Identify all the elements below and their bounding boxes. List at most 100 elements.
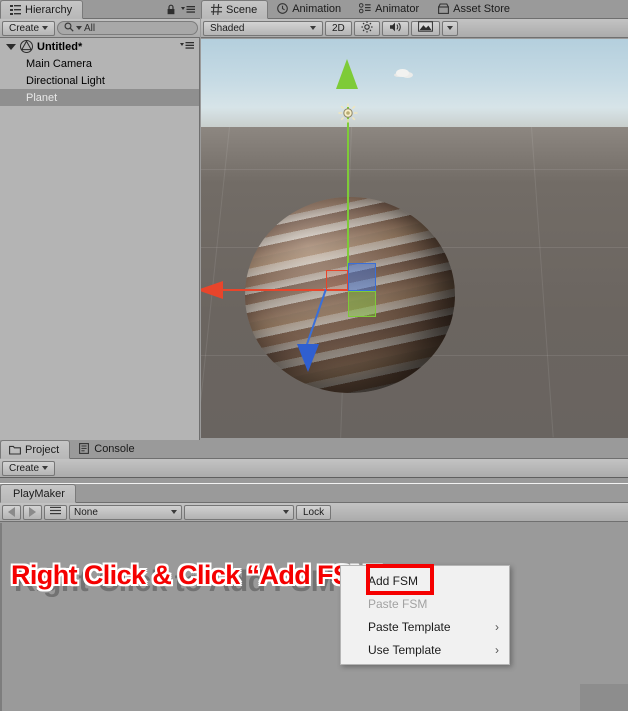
context-menu-item-label: Use Template	[368, 642, 442, 657]
context-menu-item-label: Paste Template	[368, 619, 451, 634]
speaker-icon	[389, 21, 402, 36]
draw-mode-dropdown[interactable]: Shaded	[203, 20, 323, 36]
gizmo-plane-xy[interactable]	[348, 263, 376, 291]
fsm-select-value: None	[74, 506, 98, 518]
project-tabbar: Project Console	[0, 440, 628, 459]
add-fsm-highlight-box	[366, 564, 434, 595]
hierarchy-item-label: Main Camera	[26, 57, 93, 70]
chevron-down-icon	[42, 26, 49, 30]
search-icon[interactable]	[64, 21, 74, 35]
arrow-right-icon	[29, 507, 36, 517]
hierarchy-toolbar: Create All	[0, 19, 200, 38]
create-button[interactable]: Create	[2, 20, 56, 36]
nav-forward-button[interactable]	[23, 504, 42, 520]
hierarchy-item-directional-light[interactable]: Directional Light	[0, 72, 199, 89]
playmaker-toolbar: None Lock	[0, 503, 628, 522]
project-panel: Project Console Create	[0, 440, 628, 486]
toggle-lighting-button[interactable]	[353, 20, 380, 36]
create-button-label: Create	[9, 22, 40, 34]
hierarchy-scene-menu[interactable]	[180, 41, 199, 53]
gizmo-plane-xz[interactable]	[348, 291, 376, 317]
lock-icon[interactable]	[166, 4, 176, 18]
tab-animation[interactable]: Animation	[268, 0, 351, 18]
hierarchy-icon	[9, 4, 21, 16]
gizmos-dropdown[interactable]	[410, 20, 440, 36]
hamburger-icon	[50, 506, 61, 518]
scene-tabbar: Scene Animation Animator Asset Store	[201, 0, 628, 19]
lock-button[interactable]: Lock	[296, 504, 332, 520]
arrow-left-icon	[8, 507, 15, 517]
store-icon	[437, 3, 449, 15]
hierarchy-item-planet[interactable]: Planet	[0, 89, 199, 106]
clock-icon	[276, 3, 288, 15]
search-input-value: All	[84, 22, 96, 34]
scene-viewport[interactable]	[201, 39, 628, 438]
console-icon	[78, 443, 90, 455]
tab-animator[interactable]: Animator	[351, 0, 429, 18]
context-menu-item-paste-fsm: Paste FSM	[341, 592, 509, 615]
context-menu-item-paste-template[interactable]: Paste Template ›	[341, 615, 509, 638]
chevron-down-icon	[42, 466, 49, 470]
tab-animator-label: Animator	[375, 2, 420, 15]
toggle-audio-button[interactable]	[381, 20, 409, 36]
context-menu-item-label: Paste FSM	[368, 596, 428, 611]
gizmo-handle-y[interactable]	[336, 59, 358, 89]
gizmos-dropdown-arrow[interactable]	[441, 20, 458, 36]
hierarchy-scene-row[interactable]: Untitled*	[0, 38, 199, 55]
fsm-select-dropdown[interactable]: None	[69, 504, 182, 520]
tab-console-label: Console	[94, 442, 135, 455]
playmaker-minimap[interactable]	[580, 684, 628, 711]
tab-hierarchy-label: Hierarchy	[25, 3, 73, 16]
chevron-down-icon	[171, 510, 177, 514]
image-icon	[417, 21, 433, 35]
project-toolbar: Create	[0, 459, 628, 478]
state-select-dropdown[interactable]	[184, 504, 294, 520]
toggle-2d-button[interactable]: 2D	[325, 20, 352, 36]
folder-icon	[9, 444, 21, 456]
chevron-right-icon: ›	[495, 642, 499, 657]
hierarchy-item-label: Planet	[26, 91, 58, 104]
cloud-sprite	[396, 69, 409, 77]
context-menu-item-use-template[interactable]: Use Template ›	[341, 638, 509, 661]
chevron-down-icon	[446, 26, 453, 30]
nav-back-button[interactable]	[2, 504, 21, 520]
unity-editor-window: Hierarchy Create All Untitled* Main Came…	[0, 0, 628, 711]
scene-sky	[201, 39, 628, 127]
playmaker-menu-button[interactable]	[44, 504, 67, 520]
hierarchy-panel-icons	[166, 4, 200, 18]
chevron-down-icon[interactable]	[6, 43, 16, 50]
tab-playmaker[interactable]: PlayMaker	[0, 484, 76, 503]
hierarchy-tabbar: Hierarchy	[0, 0, 200, 19]
options-menu-icon[interactable]	[181, 5, 195, 17]
tab-hierarchy[interactable]: Hierarchy	[0, 0, 84, 19]
gizmo-handle-z[interactable]	[297, 344, 319, 372]
gizmo-plane-yz[interactable]	[326, 270, 348, 290]
playmaker-graph-canvas[interactable]: Right-Click to Add FSM	[0, 523, 628, 711]
options-menu-icon[interactable]	[180, 41, 194, 53]
tab-scene-label: Scene	[226, 3, 258, 16]
gizmo-handle-x[interactable]	[201, 281, 223, 299]
hierarchy-scene-name: Untitled*	[37, 40, 83, 53]
hierarchy-item-label: Directional Light	[26, 74, 105, 87]
unity-scene-icon	[20, 40, 33, 53]
light-gizmo[interactable]	[338, 103, 358, 123]
tab-console[interactable]: Console	[70, 439, 144, 458]
search-filter-chevron-icon[interactable]	[76, 26, 83, 30]
tab-project-label: Project	[25, 443, 60, 456]
chevron-right-icon: ›	[495, 619, 499, 634]
tab-asset-store[interactable]: Asset Store	[429, 0, 520, 18]
nodes-icon	[359, 3, 371, 15]
tab-asset-store-label: Asset Store	[453, 2, 511, 15]
tab-project[interactable]: Project	[0, 440, 71, 459]
hierarchy-list: Untitled* Main Camera Directional Light …	[0, 38, 199, 440]
tab-scene[interactable]: Scene	[201, 0, 269, 19]
project-create-label: Create	[9, 462, 40, 474]
project-create-button[interactable]: Create	[2, 460, 56, 476]
chevron-down-icon	[283, 510, 289, 514]
search-input[interactable]: All	[57, 21, 198, 35]
draw-mode-label: Shaded	[210, 22, 245, 34]
grid-icon	[210, 4, 222, 16]
hierarchy-item-main-camera[interactable]: Main Camera	[0, 55, 199, 72]
lock-button-label: Lock	[303, 506, 325, 518]
annotation-text: Right Click & Click “Add FSN”	[11, 560, 383, 590]
